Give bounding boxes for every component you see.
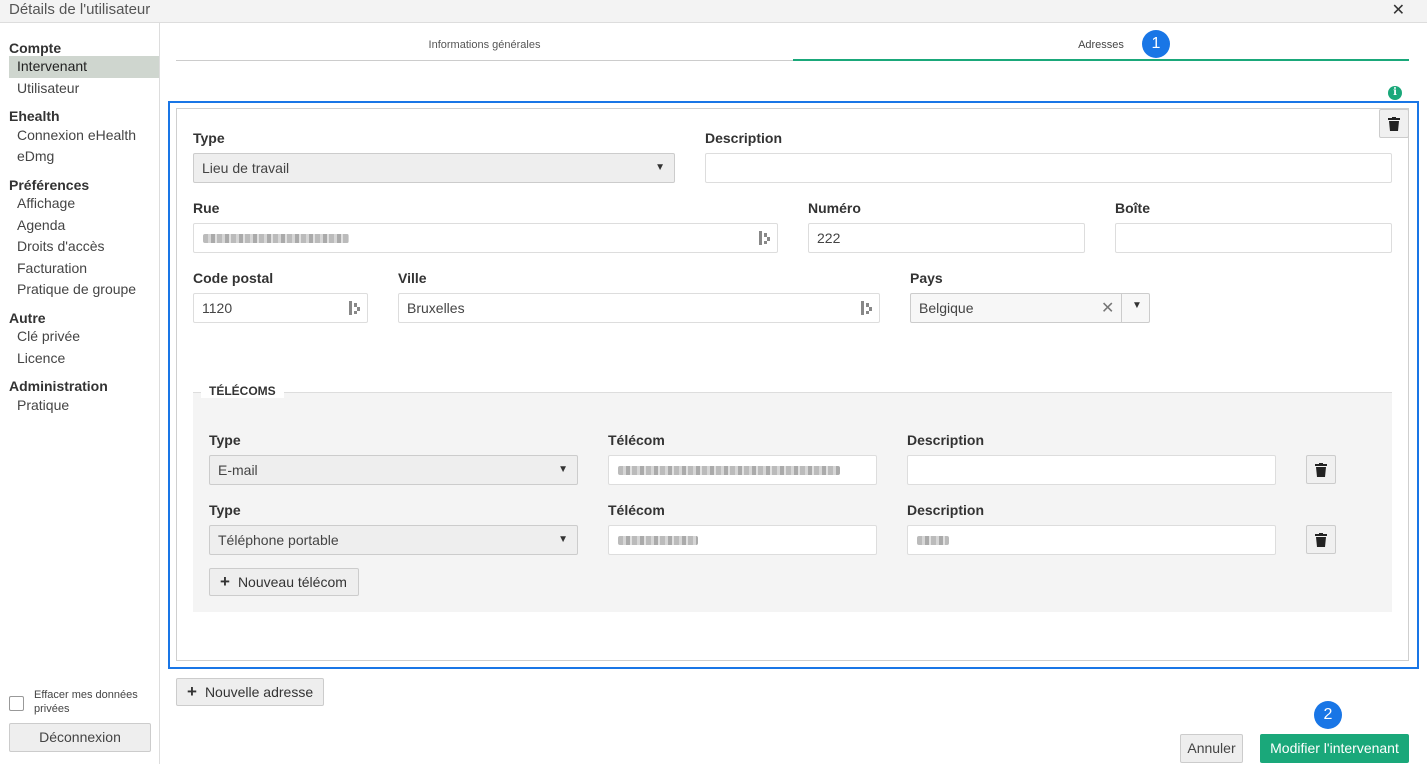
telecom-label: Télécom: [608, 432, 665, 448]
boite-input[interactable]: [1115, 223, 1392, 253]
telecom-input[interactable]: [608, 525, 877, 555]
numero-input[interactable]: 222: [808, 223, 1085, 253]
code-postal-label: Code postal: [193, 270, 274, 286]
trash-icon: [1315, 533, 1327, 547]
add-telecom-label: Nouveau télécom: [237, 574, 347, 590]
telecoms-title: TÉLÉCOMS: [201, 384, 284, 398]
telecom-value-redacted: [618, 536, 698, 545]
plus-icon: +: [187, 682, 197, 701]
trash-icon: [1315, 463, 1327, 477]
ville-input[interactable]: Bruxelles: [398, 293, 880, 323]
address-type-select[interactable]: Lieu de travail ▼: [193, 153, 675, 183]
sidebar: Compte Intervenant Utilisateur Ehealth C…: [0, 23, 160, 764]
sidebar-item-pratique-de-groupe[interactable]: Pratique de groupe: [9, 279, 159, 301]
pays-divider: [1121, 294, 1122, 322]
sidebar-item-licence[interactable]: Licence: [9, 348, 159, 370]
telecom-type-select[interactable]: Téléphone portable ▼: [209, 525, 578, 555]
add-address-button[interactable]: + Nouvelle adresse: [176, 678, 324, 706]
sidebar-item-droits-acces[interactable]: Droits d'accès: [9, 236, 159, 258]
tab-informations-generales[interactable]: Informations générales: [176, 39, 793, 61]
telecom-label: Télécom: [608, 502, 665, 518]
rue-label: Rue: [193, 200, 220, 216]
sidebar-item-edmg[interactable]: eDmg: [9, 146, 159, 168]
address-book-icon[interactable]: [759, 231, 771, 245]
sidebar-heading-preferences: Préférences: [9, 177, 90, 193]
telecom-type-label: Type: [209, 502, 241, 518]
sidebar-item-utilisateur[interactable]: Utilisateur: [9, 78, 159, 100]
caret-down-icon: ▼: [558, 464, 568, 475]
numero-label: Numéro: [808, 200, 861, 216]
sidebar-item-agenda[interactable]: Agenda: [9, 215, 159, 237]
address-type-value: Lieu de travail: [202, 160, 290, 176]
info-icon[interactable]: i: [1388, 86, 1402, 100]
sidebar-heading-administration: Administration: [9, 378, 108, 394]
sidebar-heading-ehealth: Ehealth: [9, 108, 60, 124]
sidebar-heading-compte: Compte: [9, 40, 62, 56]
erase-private-data-checkbox[interactable]: [9, 696, 24, 711]
caret-down-icon: ▼: [655, 162, 665, 173]
address-book-icon[interactable]: [861, 301, 873, 315]
ville-value: Bruxelles: [407, 300, 465, 316]
address-description-input[interactable]: [705, 153, 1392, 183]
description-label: Description: [705, 130, 783, 146]
sidebar-item-facturation[interactable]: Facturation: [9, 258, 159, 280]
telecom-input[interactable]: [608, 455, 877, 485]
type-label: Type: [193, 130, 225, 146]
telecom-type-label: Type: [209, 432, 241, 448]
boite-label: Boîte: [1115, 200, 1150, 216]
sidebar-item-pratique[interactable]: Pratique: [9, 395, 159, 417]
telecom-type-value: E-mail: [218, 462, 258, 478]
code-postal-value: 1120: [202, 300, 233, 316]
add-address-label: Nouvelle adresse: [204, 684, 314, 700]
caret-down-icon: ▼: [558, 534, 568, 545]
erase-private-data-label: Effacer mes données privées: [34, 689, 138, 715]
code-postal-input[interactable]: 1120: [193, 293, 368, 323]
sidebar-item-cle-privee[interactable]: Clé privée: [9, 326, 159, 348]
plus-icon: +: [220, 572, 230, 591]
tab-adresses[interactable]: Adresses: [793, 39, 1409, 61]
telecom-type-value: Téléphone portable: [218, 532, 339, 548]
marker-badge-2: 2: [1314, 701, 1342, 729]
telecom-description-input[interactable]: [907, 455, 1276, 485]
telecom-description-input[interactable]: [907, 525, 1276, 555]
cancel-button[interactable]: Annuler: [1180, 734, 1243, 763]
pays-value: Belgique: [919, 300, 974, 316]
telecom-value-redacted: [618, 466, 840, 475]
add-telecom-button[interactable]: + Nouveau télécom: [209, 568, 359, 596]
sidebar-item-connexion-ehealth[interactable]: Connexion eHealth: [9, 125, 159, 147]
pays-label: Pays: [910, 270, 943, 286]
rue-value-redacted: [203, 234, 349, 243]
sidebar-item-affichage[interactable]: Affichage: [9, 193, 159, 215]
window-title: Détails de l'utilisateur: [9, 1, 151, 18]
delete-telecom-button[interactable]: [1306, 525, 1336, 554]
address-book-icon[interactable]: [349, 301, 361, 315]
telecom-description-label: Description: [907, 502, 985, 518]
trash-icon: [1388, 117, 1400, 131]
save-intervenant-button[interactable]: Modifier l'intervenant: [1260, 734, 1409, 763]
ville-label: Ville: [398, 270, 427, 286]
marker-badge-1: 1: [1142, 30, 1170, 58]
telecom-type-select[interactable]: E-mail ▼: [209, 455, 578, 485]
telecom-description-label: Description: [907, 432, 985, 448]
rue-input[interactable]: [193, 223, 778, 253]
caret-down-icon[interactable]: ▼: [1132, 300, 1142, 311]
clear-icon[interactable]: ✕: [1101, 298, 1114, 318]
logout-button[interactable]: Déconnexion: [9, 723, 151, 752]
delete-address-button[interactable]: [1379, 109, 1409, 138]
delete-telecom-button[interactable]: [1306, 455, 1336, 484]
sidebar-item-intervenant[interactable]: Intervenant: [9, 56, 159, 78]
close-icon[interactable]: ✕: [1392, 0, 1405, 20]
telecoms-section: [193, 392, 1392, 612]
telecom-description-redacted: [917, 536, 949, 545]
sidebar-heading-autre: Autre: [9, 310, 46, 326]
title-bar: Détails de l'utilisateur ✕: [0, 0, 1427, 23]
